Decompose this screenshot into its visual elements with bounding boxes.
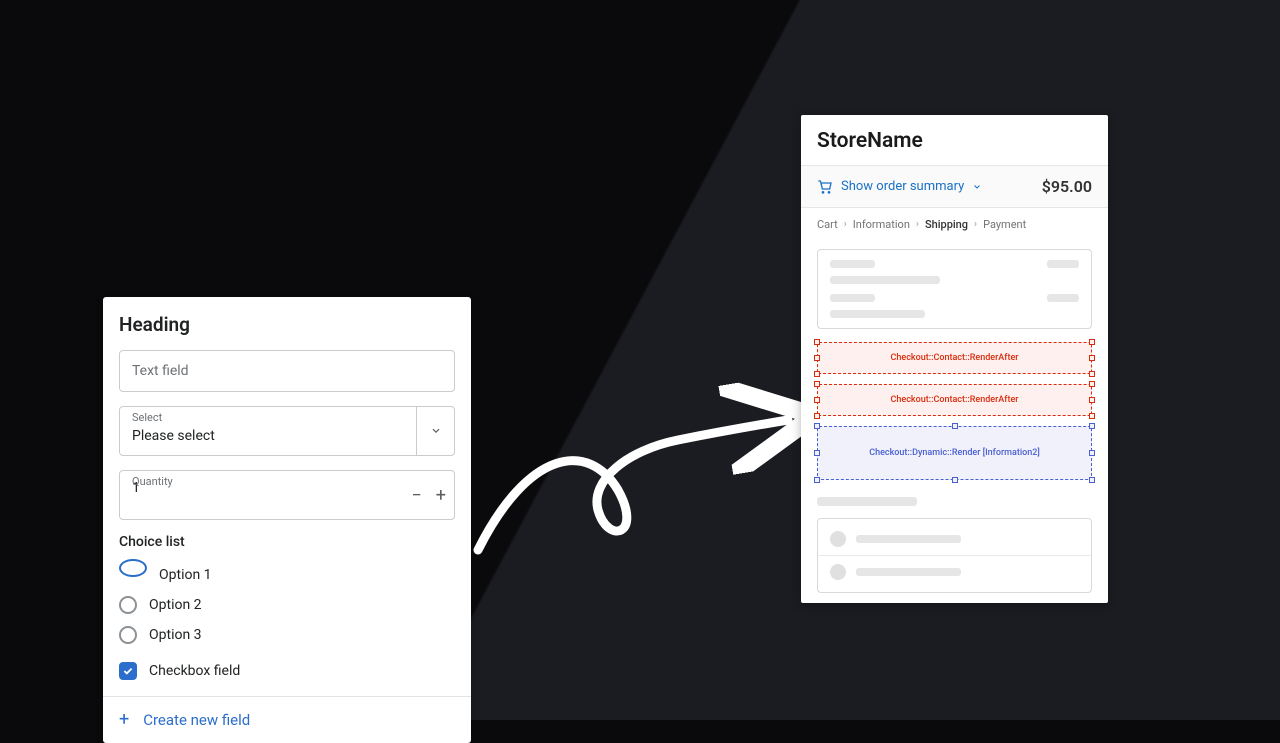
store-name: StoreName [817, 129, 1092, 153]
extension-slot-contact-after-1[interactable]: Checkout::Contact::RenderAfter [817, 342, 1092, 374]
summary-label: Show order summary [841, 179, 964, 194]
radio-option-1[interactable]: Option 1 [119, 560, 455, 590]
select-label: Select [132, 411, 162, 424]
select-value: Please select [132, 428, 215, 444]
chevron-down-icon [416, 407, 454, 455]
text-field-input[interactable]: Text field [119, 350, 455, 392]
radio-icon [119, 596, 137, 614]
extension-label: Checkout::Dynamic::Render [Information2] [869, 448, 1040, 458]
form-builder-panel: Heading Text field Select Please select … [103, 297, 471, 743]
quantity-stepper[interactable]: Quantity 1 − + [119, 470, 455, 520]
breadcrumb-step: Payment [983, 218, 1026, 231]
checkbox-field[interactable]: Checkbox field [119, 656, 455, 686]
plus-icon: + [119, 711, 129, 729]
radio-option-2[interactable]: Option 2 [119, 590, 455, 620]
form-heading: Heading [119, 313, 455, 336]
chevron-right-icon: › [974, 219, 977, 230]
chevron-right-icon: › [844, 219, 847, 230]
chevron-down-icon [972, 182, 982, 192]
checkbox-label: Checkbox field [149, 663, 240, 679]
radio-label: Option 2 [149, 597, 202, 613]
radio-label: Option 1 [159, 567, 212, 583]
order-summary-toggle[interactable]: Show order summary $95.00 [801, 165, 1108, 208]
radio-icon [119, 559, 147, 577]
select-input[interactable]: Select Please select [119, 406, 455, 456]
checkbox-checked-icon [119, 662, 137, 680]
choice-list-title: Choice list [119, 534, 455, 550]
radio-label: Option 3 [149, 627, 202, 643]
order-total: $95.00 [1042, 177, 1092, 196]
quantity-label: Quantity [132, 475, 173, 488]
extension-label: Checkout::Contact::RenderAfter [891, 353, 1019, 363]
extension-slot-contact-after-2[interactable]: Checkout::Contact::RenderAfter [817, 384, 1092, 416]
breadcrumb: Cart › Information › Shipping › Payment [801, 208, 1108, 241]
breadcrumb-step[interactable]: Information [853, 218, 910, 231]
cart-icon [817, 179, 833, 195]
checkout-preview-panel: StoreName Show order summary $95.00 Cart… [801, 115, 1108, 603]
text-field-placeholder: Text field [132, 363, 189, 379]
breadcrumb-step[interactable]: Cart [817, 218, 838, 231]
radio-option-3[interactable]: Option 3 [119, 620, 455, 650]
create-label: Create new field [143, 711, 250, 729]
radio-icon [119, 626, 137, 644]
arrow-illustration [468, 370, 808, 570]
minus-icon[interactable]: − [411, 485, 421, 506]
chevron-right-icon: › [916, 219, 919, 230]
plus-icon[interactable]: + [436, 485, 446, 506]
extension-label: Checkout::Contact::RenderAfter [891, 395, 1019, 405]
skeleton-option-card [817, 518, 1092, 593]
skeleton-heading [817, 497, 1092, 506]
breadcrumb-step-current: Shipping [925, 218, 968, 231]
extension-slot-dynamic[interactable]: Checkout::Dynamic::Render [Information2] [817, 426, 1092, 480]
skeleton-card [817, 249, 1092, 329]
